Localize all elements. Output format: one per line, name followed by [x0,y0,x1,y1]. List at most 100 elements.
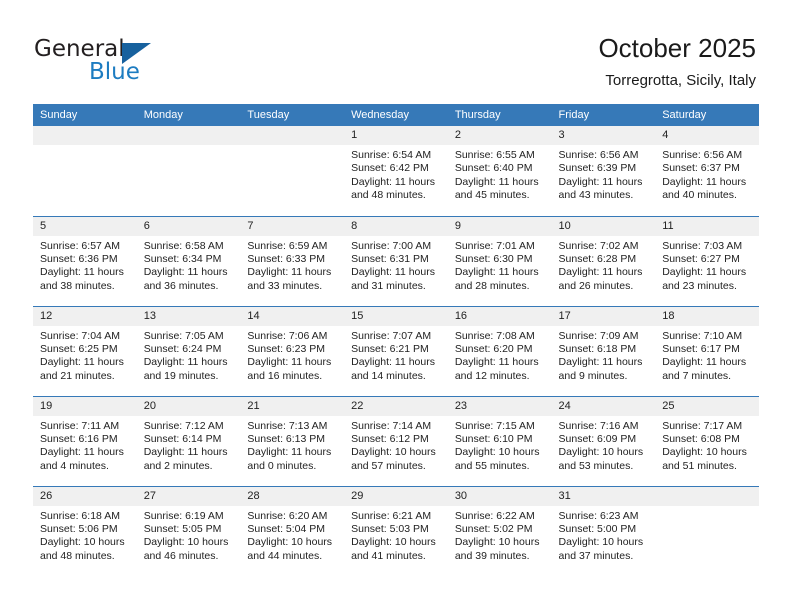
sunrise-text: Sunrise: 7:05 AM [143,329,224,342]
daylight-text-line1: Daylight: 10 hours [40,536,125,549]
day-cell[interactable]: 16 Sunrise: 7:08 AM Sunset: 6:20 PM Dayligh… [447,305,552,396]
day-cell[interactable]: 11 Sunrise: 7:03 AM Sunset: 6:27 PM Dayligh… [655,215,759,306]
day-cell[interactable]: 5 Sunrise: 6:57 AM Sunset: 6:36 PM Daylight… [33,215,137,306]
day-cell[interactable]: 28 Sunrise: 6:20 AM Sunset: 5:04 PM Dayligh… [240,485,345,576]
day-cell[interactable]: 18 Sunrise: 7:10 AM Sunset: 6:17 PM Dayligh… [655,305,759,396]
day-cell[interactable]: 19 Sunrise: 7:11 AM Sunset: 6:16 PM Dayligh… [33,395,137,486]
calendar-table: Sunday Monday Tuesday Wednesday Thursday… [33,104,759,576]
daylight-text-line1: Daylight: 10 hours [454,446,540,459]
day-cell[interactable]: 9 Sunrise: 7:01 AM Sunset: 6:30 PM Daylight… [447,215,552,306]
day-number: 9 [447,216,552,236]
day-number: 28 [240,486,345,506]
day-cell[interactable]: 29 Sunrise: 6:21 AM Sunset: 5:03 PM Dayligh… [344,485,448,576]
day-details: Sunrise: 7:05 AM Sunset: 6:24 PM Daylight:… [137,326,241,384]
daylight-text-line2: and 4 minutes. [40,459,109,472]
daylight-text-line1: Daylight: 11 hours [247,266,332,279]
sunset-text: Sunset: 6:10 PM [454,432,533,445]
sunrise-text: Sunrise: 7:12 AM [143,419,224,432]
day-cell[interactable]: 27 Sunrise: 6:19 AM Sunset: 5:05 PM Dayligh… [136,485,241,576]
daylight-text-line2: and 7 minutes. [662,369,732,382]
day-cell[interactable]: 7 Sunrise: 6:59 AM Sunset: 6:33 PM Daylight… [240,215,345,306]
day-details: Sunrise: 6:55 AM Sunset: 6:40 PM Daylight:… [448,145,552,203]
sunrise-text: Sunrise: 7:02 AM [558,239,639,252]
day-cell[interactable]: 1 Sunrise: 6:54 AM Sunset: 6:42 PM Daylight… [344,126,448,216]
daylight-text-line1: Daylight: 11 hours [558,356,643,369]
day-details: Sunrise: 6:56 AM Sunset: 6:39 PM Daylight:… [552,145,656,203]
day-details: Sunrise: 7:03 AM Sunset: 6:27 PM Daylight:… [655,236,759,294]
sunrise-text: Sunrise: 7:16 AM [558,419,639,432]
day-cell[interactable]: 20 Sunrise: 7:12 AM Sunset: 6:14 PM Dayligh… [136,395,241,486]
daylight-text-line1: Daylight: 11 hours [662,266,747,279]
sunset-text: Sunset: 6:16 PM [40,432,118,445]
page-subtitle: Torregrotta, Sicily, Italy [605,72,756,89]
sunset-text: Sunset: 6:28 PM [558,252,637,265]
day-cell[interactable]: 24 Sunrise: 7:16 AM Sunset: 6:09 PM Dayligh… [551,395,656,486]
daylight-text-line1: Daylight: 10 hours [662,446,747,459]
daylight-text-line1: Daylight: 10 hours [558,536,644,549]
daylight-text-line1: Daylight: 11 hours [558,266,643,279]
day-cell[interactable]: 3 Sunrise: 6:56 AM Sunset: 6:39 PM Daylight… [551,126,656,216]
daylight-text-line2: and 43 minutes. [558,189,634,202]
sunrise-text: Sunrise: 7:01 AM [454,239,535,252]
day-number: 22 [344,396,448,416]
daylight-text-line1: Daylight: 10 hours [454,536,540,549]
daylight-text-line2: and 53 minutes. [558,459,634,472]
daylight-text-line2: and 37 minutes. [558,549,634,562]
day-cell[interactable]: 2 Sunrise: 6:55 AM Sunset: 6:40 PM Daylight… [447,126,552,216]
day-cell[interactable]: 22 Sunrise: 7:14 AM Sunset: 6:12 PM Dayligh… [344,395,448,486]
day-number-bar [655,486,759,506]
daylight-text-line2: and 38 minutes. [40,279,115,292]
day-cell[interactable]: 31 Sunrise: 6:23 AM Sunset: 5:00 PM Dayligh… [551,485,656,576]
day-details: Sunrise: 7:01 AM Sunset: 6:30 PM Daylight:… [448,236,552,294]
day-details: Sunrise: 7:11 AM Sunset: 6:16 PM Daylight:… [33,416,137,474]
day-cell[interactable]: 26 Sunrise: 6:18 AM Sunset: 5:06 PM Dayligh… [33,485,137,576]
day-cell[interactable]: 8 Sunrise: 7:00 AM Sunset: 6:31 PM Daylight… [344,215,448,306]
day-cell[interactable]: 13 Sunrise: 7:05 AM Sunset: 6:24 PM Dayligh… [136,305,241,396]
sunrise-text: Sunrise: 7:13 AM [247,419,328,432]
day-cell[interactable]: 21 Sunrise: 7:13 AM Sunset: 6:13 PM Dayligh… [240,395,345,486]
day-cell[interactable]: 15 Sunrise: 7:07 AM Sunset: 6:21 PM Dayligh… [344,305,448,396]
daylight-text-line2: and 33 minutes. [247,279,323,292]
sunset-text: Sunset: 6:25 PM [40,342,118,355]
day-cell[interactable]: 4 Sunrise: 6:56 AM Sunset: 6:37 PM Daylight… [655,126,759,216]
sunset-text: Sunset: 6:18 PM [558,342,637,355]
sunset-text: Sunset: 5:00 PM [558,522,637,535]
sunrise-text: Sunrise: 6:59 AM [247,239,328,252]
daylight-text-line1: Daylight: 11 hours [351,266,435,279]
day-cell[interactable]: 12 Sunrise: 7:04 AM Sunset: 6:25 PM Dayligh… [33,305,137,396]
day-number: 30 [447,486,552,506]
day-details: Sunrise: 6:54 AM Sunset: 6:42 PM Daylight:… [344,145,448,203]
day-cell[interactable]: 23 Sunrise: 7:15 AM Sunset: 6:10 PM Dayligh… [447,395,552,486]
day-number: 11 [655,216,759,236]
day-cell[interactable]: 6 Sunrise: 6:58 AM Sunset: 6:34 PM Daylight… [136,215,241,306]
day-cell[interactable]: 10 Sunrise: 7:02 AM Sunset: 6:28 PM Dayligh… [551,215,656,306]
sunrise-text: Sunrise: 6:23 AM [558,509,639,522]
daylight-text-line2: and 12 minutes. [454,369,530,382]
sunset-text: Sunset: 5:06 PM [40,522,118,535]
daylight-text-line1: Daylight: 11 hours [247,446,332,459]
calendar-week-row: 19 Sunrise: 7:11 AM Sunset: 6:16 PM Dayligh… [33,395,759,486]
sunset-text: Sunset: 5:04 PM [247,522,326,535]
daylight-text-line1: Daylight: 11 hours [351,356,435,369]
daylight-text-line1: Daylight: 11 hours [40,356,124,369]
day-details: Sunrise: 7:10 AM Sunset: 6:17 PM Daylight:… [655,326,759,384]
day-number: 14 [240,306,345,326]
day-number: 3 [551,126,656,145]
day-cell[interactable]: 17 Sunrise: 7:09 AM Sunset: 6:18 PM Dayligh… [551,305,656,396]
day-details: Sunrise: 6:19 AM Sunset: 5:05 PM Daylight:… [137,506,241,564]
daylight-text-line1: Daylight: 11 hours [454,266,539,279]
day-number-bar [136,126,241,145]
daylight-text-line1: Daylight: 11 hours [351,175,435,188]
daylight-text-line2: and 39 minutes. [454,549,530,562]
day-cell[interactable]: 25 Sunrise: 7:17 AM Sunset: 6:08 PM Dayligh… [655,395,759,486]
sunrise-text: Sunrise: 6:20 AM [247,509,328,522]
day-cell-empty [655,485,759,576]
day-details: Sunrise: 7:14 AM Sunset: 6:12 PM Daylight:… [344,416,448,474]
daylight-text-line2: and 40 minutes. [662,189,737,202]
day-cell[interactable]: 30 Sunrise: 6:22 AM Sunset: 5:02 PM Dayligh… [447,485,552,576]
day-cell[interactable]: 14 Sunrise: 7:06 AM Sunset: 6:23 PM Dayligh… [240,305,345,396]
sunrise-text: Sunrise: 7:00 AM [351,239,432,252]
sunset-text: Sunset: 6:31 PM [351,252,429,265]
sunrise-text: Sunrise: 7:07 AM [351,329,432,342]
daylight-text-line2: and 48 minutes. [351,189,426,202]
